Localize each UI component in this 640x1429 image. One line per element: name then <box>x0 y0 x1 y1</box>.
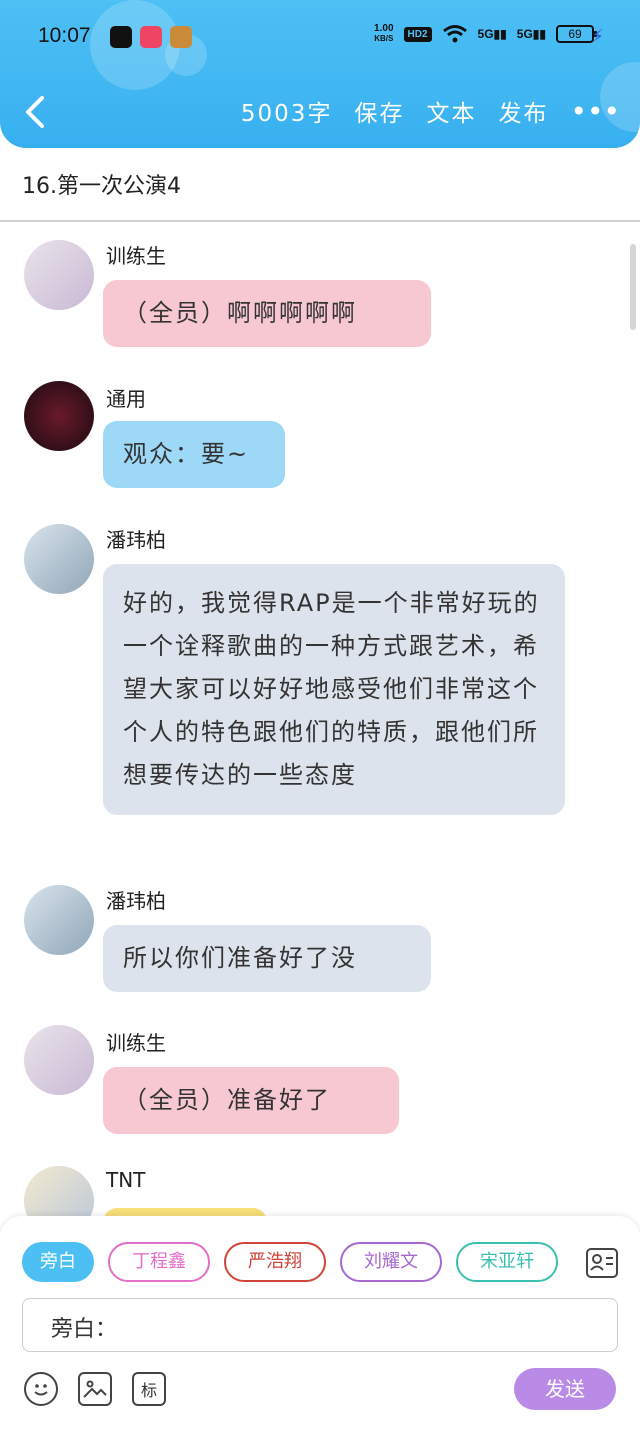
role-selector: 旁白 丁程鑫 严浩翔 刘耀文 宋亚轩 <box>22 1242 558 1282</box>
image-button[interactable] <box>78 1372 112 1406</box>
battery-icon: 69 <box>556 25 597 43</box>
avatar[interactable] <box>24 381 94 451</box>
divider <box>0 220 640 222</box>
network-speed-value: 1.00 <box>374 23 394 34</box>
top-app-bar: 10:07 1.00 KB/S HD2 5G▮▮ 5G▮▮ 69 ⚡ 5003字 <box>0 0 640 148</box>
editor-toolbar: 5003字 保存 文本 发布 ••• <box>241 94 620 128</box>
message-bubble[interactable]: （全员）啊啊啊啊啊 <box>103 280 431 347</box>
image-icon <box>83 1380 107 1398</box>
network-speed: 1.00 KB/S <box>374 24 393 44</box>
input-tools: 标 <box>24 1372 166 1406</box>
tag-button[interactable]: 标 <box>132 1372 166 1406</box>
input-panel: 旁白 丁程鑫 严浩翔 刘耀文 宋亚轩 旁白： 标 发送 <box>0 1216 640 1429</box>
smiley-icon <box>34 1384 48 1396</box>
role-chip-narrator[interactable]: 旁白 <box>22 1242 94 1282</box>
send-button[interactable]: 发送 <box>514 1368 616 1410</box>
status-bar: 10:07 1.00 KB/S HD2 5G▮▮ 5G▮▮ 69 ⚡ <box>0 0 640 74</box>
scrollbar[interactable] <box>630 244 636 330</box>
avatar[interactable] <box>24 240 94 310</box>
charging-icon: ⚡ <box>591 26 604 47</box>
save-button[interactable]: 保存 <box>354 94 404 128</box>
message-bubble[interactable]: 所以你们准备好了没 <box>103 925 431 992</box>
avatar[interactable] <box>24 1025 94 1095</box>
role-chip[interactable]: 刘耀文 <box>340 1242 442 1282</box>
message-bubble[interactable]: 观众：要~ <box>103 421 285 488</box>
sender-name: 潘玮柏 <box>106 528 166 552</box>
game-app-icon <box>170 26 192 48</box>
chevron-left-icon <box>26 96 44 128</box>
wifi-icon <box>442 25 467 43</box>
sender-name: 训练生 <box>106 1031 166 1055</box>
text-button[interactable]: 文本 <box>426 94 476 128</box>
signal-5g-1-icon: 5G▮▮ <box>477 27 507 41</box>
hd-voice-icon: HD2 <box>403 26 432 42</box>
video-app-icon <box>140 26 162 48</box>
avatar[interactable] <box>24 524 94 594</box>
contact-card-icon[interactable] <box>586 1248 618 1278</box>
clock: 10:07 <box>38 24 91 47</box>
message-bubble[interactable]: （全员）准备好了 <box>103 1067 399 1134</box>
publish-button[interactable]: 发布 <box>498 94 548 128</box>
signal-5g-2-icon: 5G▮▮ <box>516 27 546 41</box>
message-input[interactable]: 旁白： <box>22 1298 618 1352</box>
chapter-title[interactable]: 16.第一次公演4 <box>22 168 181 200</box>
word-count: 5003字 <box>240 101 333 127</box>
person-list-icon <box>590 1254 613 1271</box>
sender-name: TNT <box>106 1168 146 1192</box>
status-indicators: 1.00 KB/S HD2 5G▮▮ 5G▮▮ 69 <box>374 24 597 44</box>
network-speed-unit: KB/S <box>374 34 394 43</box>
message-bubble[interactable]: 好的，我觉得RAP是一个非常好玩的一个诠释歌曲的一种方式跟艺术，希望大家可以好好… <box>103 564 565 815</box>
back-button[interactable] <box>20 92 50 132</box>
sender-name: 潘玮柏 <box>106 889 166 913</box>
sender-name: 通用 <box>106 387 146 411</box>
role-chip[interactable]: 丁程鑫 <box>108 1242 210 1282</box>
avatar[interactable] <box>24 885 94 955</box>
role-chip[interactable]: 严浩翔 <box>224 1242 326 1282</box>
capcut-app-icon <box>110 26 132 48</box>
role-chip[interactable]: 宋亚轩 <box>456 1242 558 1282</box>
sender-name: 训练生 <box>106 244 166 268</box>
emoji-button[interactable] <box>24 1372 58 1406</box>
more-options-button[interactable]: ••• <box>570 95 620 128</box>
